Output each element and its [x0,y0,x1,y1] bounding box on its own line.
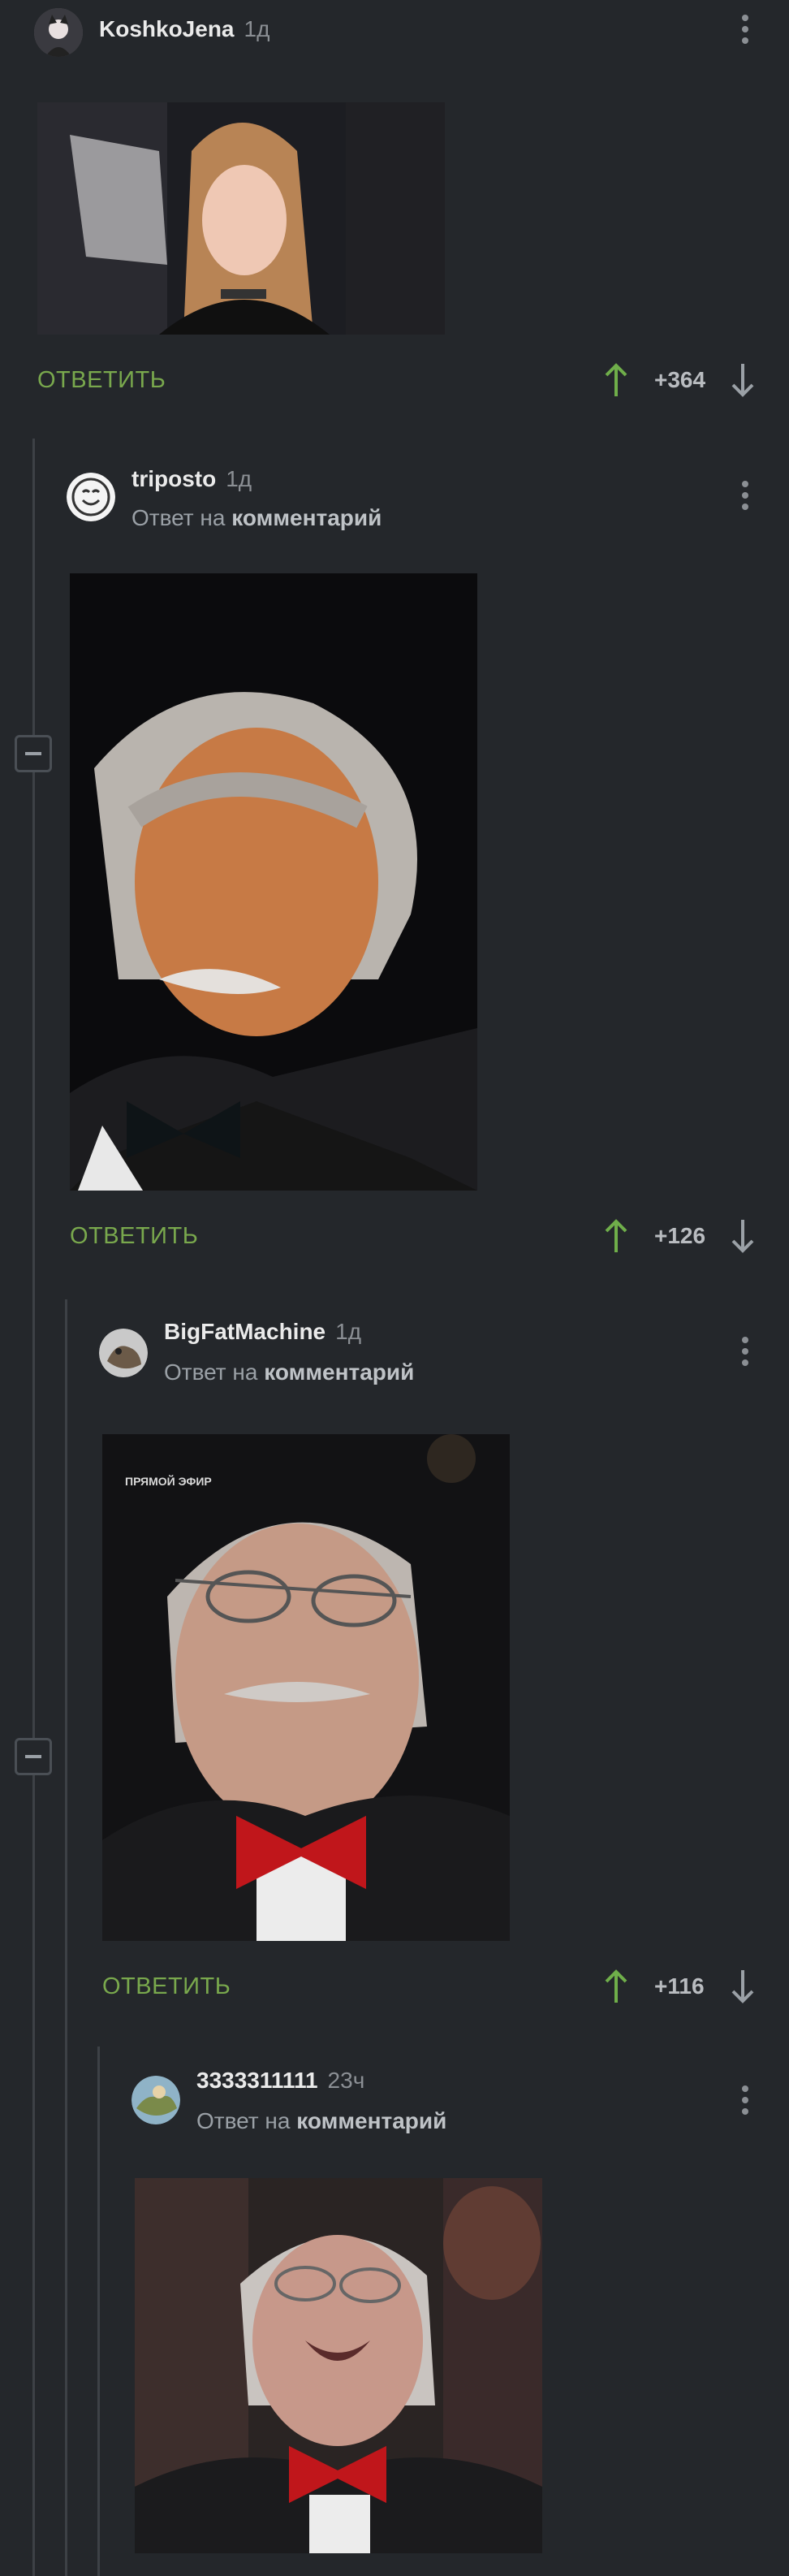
reply-to-prefix: Ответ на [132,505,226,530]
username[interactable]: KoshkoJena [99,16,235,41]
comment-image[interactable]: ПРЯМОЙ ЭФИР [102,1434,510,1941]
avatar[interactable] [99,1329,148,1377]
comment-image[interactable] [37,102,445,335]
reply-to-note: Ответ на комментарий [132,505,382,531]
rating-score: +364 [654,367,706,392]
comment-image[interactable] [135,2178,542,2553]
upvote-icon[interactable] [602,1218,630,1258]
avatar[interactable] [132,2076,180,2124]
thread-line-2 [65,1299,67,2576]
reply-to-link[interactable]: комментарий [264,1359,414,1385]
comment-time: 23ч [327,2068,365,2093]
upvote-icon[interactable] [602,362,630,402]
reply-button[interactable]: ОТВЕТИТЬ [70,1223,198,1250]
comment-time: 1д [226,466,252,491]
reply-to-prefix: Ответ на [164,1359,258,1385]
reply-to-note: Ответ на комментарий [196,2108,446,2134]
upvote-icon[interactable] [602,1969,630,2008]
thread-line-3 [97,2047,100,2576]
rating-score: +116 [654,1973,705,1999]
reply-button[interactable]: ОТВЕТИТЬ [37,367,166,394]
downvote-icon[interactable] [729,1218,757,1258]
comment-image[interactable] [70,573,477,1191]
comment-time: 1д [244,16,270,41]
username[interactable]: triposto [132,466,216,491]
avatar[interactable] [34,8,83,57]
reply-to-link[interactable]: комментарий [296,2108,446,2133]
avatar[interactable] [67,473,115,521]
more-options-icon[interactable] [742,15,748,49]
reply-to-prefix: Ответ на [196,2108,291,2133]
collapse-thread-button[interactable] [15,1738,52,1775]
more-options-icon[interactable] [742,1337,748,1371]
username[interactable]: BigFatMachine [164,1319,326,1344]
reply-to-note: Ответ на комментарий [164,1359,414,1385]
more-options-icon[interactable] [742,2085,748,2120]
more-options-icon[interactable] [742,481,748,515]
username[interactable]: 3333311111 [196,2068,318,2093]
reply-to-link[interactable]: комментарий [231,505,382,530]
reply-button[interactable]: ОТВЕТИТЬ [102,1973,231,2000]
comment-time: 1д [335,1319,362,1344]
downvote-icon[interactable] [729,362,757,402]
rating-score: +126 [654,1223,706,1248]
collapse-thread-button[interactable] [15,735,52,772]
downvote-icon[interactable] [729,1969,757,2008]
image-caption: ПРЯМОЙ ЭФИР [125,1475,212,1488]
